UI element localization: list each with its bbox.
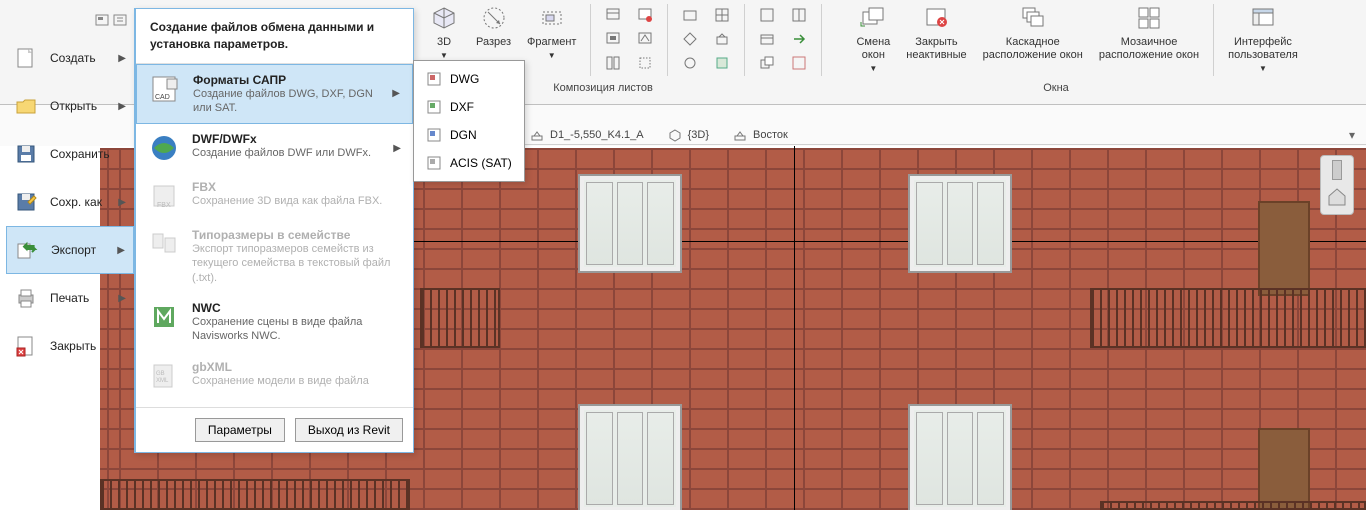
ribbon-small-14[interactable] — [785, 4, 813, 26]
export-gbxml[interactable]: GBXML gbXMLСохранение модели в виде файл… — [136, 352, 413, 400]
ribbon-small-8[interactable] — [708, 4, 736, 26]
ribbon-small-15[interactable] — [753, 28, 781, 50]
menu-save[interactable]: Сохранить — [6, 130, 134, 178]
export-family-types[interactable]: Типоразмеры в семействеЭкспорт типоразме… — [136, 220, 413, 293]
ribbon-user-interface[interactable]: Интерфейс пользователя▼ — [1220, 0, 1306, 80]
ribbon-small-9[interactable] — [676, 28, 704, 50]
export-cad[interactable]: CAD Форматы САПРСоздание файлов DWG, DXF… — [136, 64, 413, 125]
ribbon-cascade[interactable]: Каскадное расположение окон — [975, 0, 1091, 80]
view-tabs: D1_-5,550_K4.1_A {3D} Восток — [420, 125, 1366, 145]
ribbon-small-17[interactable] — [753, 52, 781, 74]
chevron-right-icon: ▶ — [118, 197, 126, 208]
chevron-right-icon: ▶ — [118, 101, 126, 112]
svg-text:CAD: CAD — [155, 94, 170, 101]
ribbon-small-18[interactable] — [785, 52, 813, 74]
flyout-acis-sat[interactable]: ACIS (SAT) — [414, 149, 524, 177]
file-menu: Создать ▶ Открыть ▶ Сохранить Сохр. как … — [6, 10, 134, 370]
ribbon-small-10[interactable] — [708, 28, 736, 50]
view-tab-east[interactable]: Восток — [733, 128, 788, 142]
chevron-right-icon: ▶ — [118, 293, 126, 304]
ribbon-small-3[interactable] — [599, 28, 627, 50]
menu-close-label: Закрыть — [50, 339, 96, 353]
chevron-right-icon: ▶ — [393, 143, 401, 154]
view-close-button[interactable]: ▾ — [1344, 127, 1360, 143]
svg-text:FBX: FBX — [157, 202, 171, 209]
qat-icon-2[interactable] — [112, 12, 128, 33]
ribbon-small-2[interactable] — [631, 4, 659, 26]
ribbon-close-inactive[interactable]: Закрыть неактивные — [898, 0, 974, 80]
ribbon-small-5[interactable] — [599, 52, 627, 74]
menu-create[interactable]: Создать ▶ — [6, 34, 134, 82]
menu-export[interactable]: Экспорт ▶ — [6, 226, 134, 274]
ribbon-small-12[interactable] — [708, 52, 736, 74]
home-icon — [1326, 186, 1348, 208]
options-button[interactable]: Параметры — [195, 418, 285, 442]
elevation-icon — [733, 128, 747, 142]
ribbon-small-7[interactable] — [676, 4, 704, 26]
ribbon-small-11[interactable] — [676, 52, 704, 74]
menu-open[interactable]: Открыть ▶ — [6, 82, 134, 130]
flyout-dgn[interactable]: DGN — [414, 121, 524, 149]
ribbon-switch-windows[interactable]: Смена окон▼ — [848, 0, 898, 80]
qat-icon-1[interactable] — [94, 12, 110, 33]
ribbon-callout[interactable]: Фрагмент▼ — [519, 0, 584, 80]
export-fbx[interactable]: FBX FBXСохранение 3D вида как файла FBX. — [136, 172, 413, 220]
menu-print[interactable]: Печать ▶ — [6, 274, 134, 322]
view-tab-3d[interactable]: {3D} — [668, 128, 709, 142]
export-nwc[interactable]: NWCСохранение сцены в виде файла Naviswo… — [136, 293, 413, 352]
export-dwf[interactable]: DWF/DWFxСоздание файлов DWF или DWFx. ▶ — [136, 124, 413, 172]
chevron-right-icon: ▶ — [117, 245, 125, 256]
menu-create-label: Создать — [50, 51, 96, 65]
panel-label-windows: Окна — [816, 82, 1296, 102]
ribbon-small-16[interactable] — [785, 28, 813, 50]
ribbon-small-13[interactable] — [753, 4, 781, 26]
ribbon-small-1[interactable] — [599, 4, 627, 26]
menu-export-label: Экспорт — [51, 243, 96, 257]
menu-open-label: Открыть — [50, 99, 97, 113]
cube-icon — [668, 128, 682, 142]
menu-save-as[interactable]: Сохр. как ▶ — [6, 178, 134, 226]
chevron-right-icon: ▶ — [392, 88, 400, 99]
flyout-dxf[interactable]: DXF — [414, 93, 524, 121]
svg-text:GB: GB — [156, 371, 165, 377]
ribbon: 3D▼ Разрез Фрагмент▼ — [420, 0, 1366, 80]
navigation-cube[interactable] — [1320, 155, 1354, 215]
exit-revit-button[interactable]: Выход из Revit — [295, 418, 403, 442]
elevation-icon — [530, 128, 544, 142]
cad-formats-flyout: DWG DXF DGN ACIS (SAT) — [413, 60, 525, 182]
view-tab-elevation[interactable]: D1_-5,550_K4.1_A — [530, 128, 644, 142]
menu-save-label: Сохранить — [50, 147, 110, 161]
menu-print-label: Печать — [50, 291, 89, 305]
menu-save-as-label: Сохр. как — [50, 195, 102, 209]
ribbon-small-6[interactable] — [631, 52, 659, 74]
ribbon-small-4[interactable] — [631, 28, 659, 50]
ribbon-tile[interactable]: Мозаичное расположение окон — [1091, 0, 1207, 80]
menu-close[interactable]: Закрыть — [6, 322, 134, 370]
svg-text:XML: XML — [156, 378, 169, 384]
export-panel-header: Создание файлов обмена данными и установ… — [136, 9, 413, 64]
chevron-right-icon: ▶ — [118, 53, 126, 64]
export-panel: Создание файлов обмена данными и установ… — [134, 8, 414, 453]
flyout-dwg[interactable]: DWG — [414, 65, 524, 93]
